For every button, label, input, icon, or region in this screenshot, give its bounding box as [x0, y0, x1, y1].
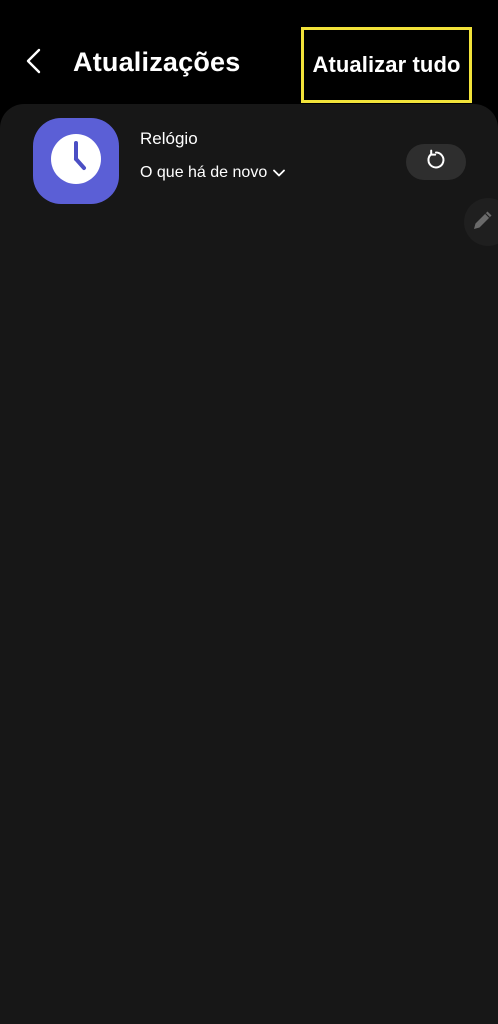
- whats-new-label: O que há de novo: [140, 164, 268, 181]
- back-button[interactable]: [14, 42, 54, 84]
- app-name: Relógio: [140, 129, 198, 148]
- edit-button[interactable]: [464, 198, 498, 246]
- chevron-down-icon: [273, 169, 286, 177]
- update-app-button[interactable]: [406, 144, 466, 180]
- updates-screen: Atualizações Atualizar tudo Relógio O qu…: [0, 0, 498, 1024]
- pencil-icon: [470, 207, 496, 238]
- chevron-left-icon: [24, 48, 44, 79]
- update-all-label: Atualizar tudo: [312, 52, 461, 77]
- refresh-icon: [425, 149, 447, 176]
- top-app-bar: Atualizações Atualizar tudo: [0, 0, 498, 104]
- list-item[interactable]: Relógio O que há de novo: [0, 104, 498, 214]
- whats-new-toggle[interactable]: O que há de novo: [140, 162, 286, 184]
- clock-icon: [47, 130, 105, 193]
- app-icon: [33, 118, 119, 204]
- update-all-button[interactable]: Atualizar tudo: [301, 27, 472, 103]
- updates-list: Relógio O que há de novo: [0, 104, 498, 1024]
- page-title: Atualizações: [73, 47, 241, 77]
